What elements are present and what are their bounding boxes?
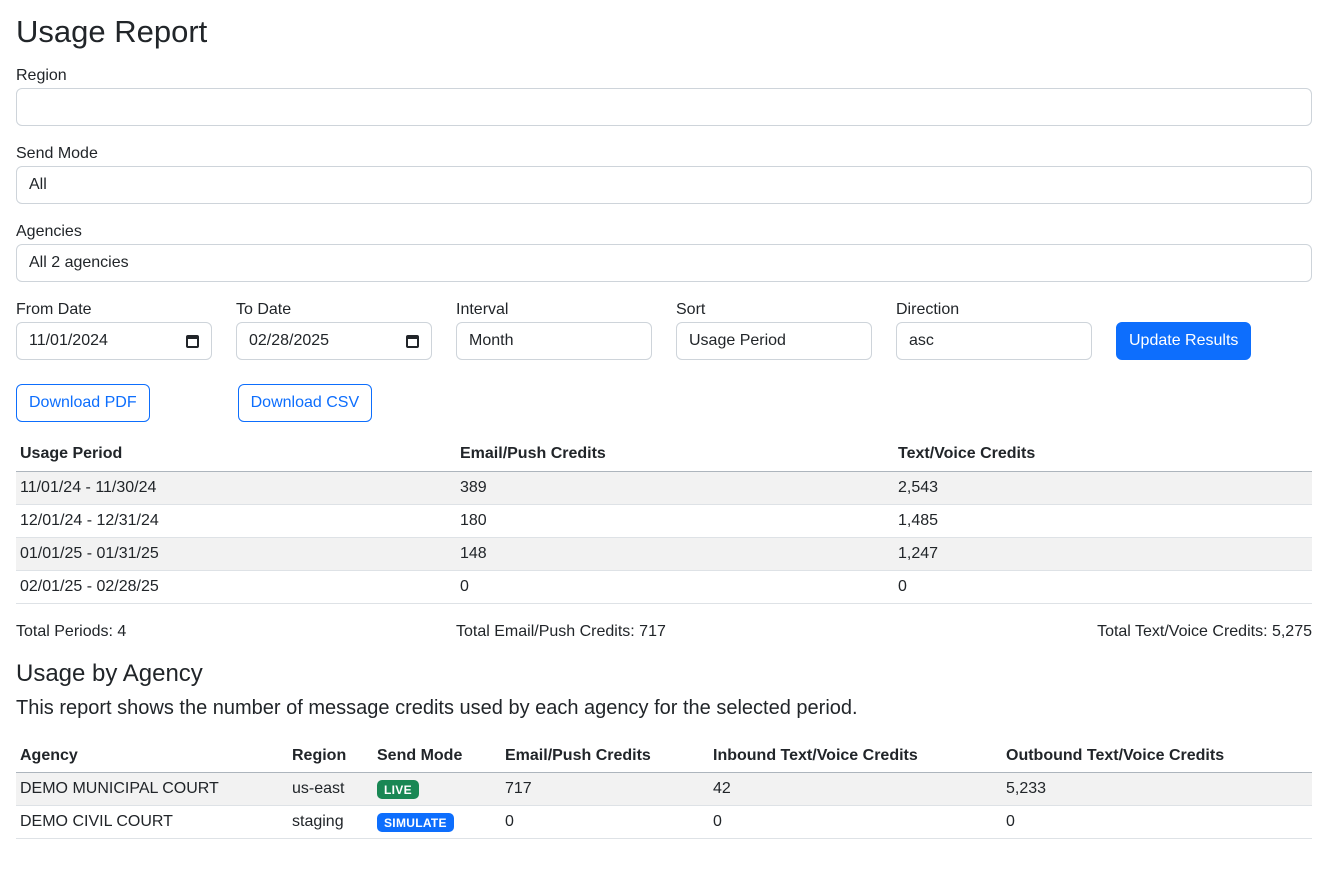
to-date-field: To Date 02/28/2025: [236, 300, 432, 360]
column-header: Region: [288, 739, 373, 773]
direction-select[interactable]: asc: [896, 322, 1092, 360]
from-date-input[interactable]: 11/01/2024: [16, 322, 212, 360]
agency-section-heading: Usage by Agency: [16, 659, 203, 687]
region-label: Region: [16, 67, 67, 84]
column-header: Outbound Text/Voice Credits: [1002, 739, 1312, 773]
table-row: 12/01/24 - 12/31/24 180 1,485: [16, 504, 1312, 538]
usage-period-table: Usage Period Email/Push Credits Text/Voi…: [16, 438, 1312, 604]
interval-label: Interval: [456, 301, 509, 318]
interval-field: Interval Month: [456, 300, 652, 360]
agency-section-description: This report shows the number of message …: [16, 696, 858, 719]
sort-field: Sort Usage Period: [676, 300, 872, 360]
table-cell: 1,485: [894, 504, 1312, 538]
direction-label: Direction: [896, 301, 960, 318]
table-cell: 389: [456, 471, 894, 505]
column-header: Inbound Text/Voice Credits: [709, 739, 1002, 773]
live-status-badge: LIVE: [377, 779, 419, 799]
sort-select[interactable]: Usage Period: [676, 322, 872, 360]
filter-row: From Date 11/01/2024 To Date 02/28/2025 …: [16, 300, 1312, 360]
to-date-label: To Date: [236, 301, 292, 318]
region-select[interactable]: [16, 88, 1312, 126]
simulate-status-badge: SIMULATE: [377, 812, 454, 832]
agencies-select[interactable]: All 2 agencies: [16, 244, 1312, 282]
table-cell: 148: [456, 537, 894, 571]
table-header-row: Usage Period Email/Push Credits Text/Voi…: [16, 438, 1312, 472]
agencies-label: Agencies: [16, 223, 82, 240]
total-periods: Total Periods: 4: [16, 622, 127, 640]
column-header: Email/Push Credits: [501, 739, 709, 773]
table-cell: 0: [501, 805, 709, 839]
column-header: Send Mode: [373, 739, 501, 773]
table-row: 11/01/24 - 11/30/24 389 2,543: [16, 471, 1312, 505]
download-csv-button[interactable]: Download CSV: [237, 384, 373, 422]
agencies-field: Agencies All 2 agencies: [16, 222, 1312, 282]
totals-row: Total Periods: 4 Total Email/Push Credit…: [16, 616, 1312, 648]
update-results-button[interactable]: Update Results: [1116, 322, 1252, 360]
table-row: DEMO CIVIL COURT staging SIMULATE 0 0 0: [16, 805, 1312, 839]
usage-by-agency-table: Agency Region Send Mode Email/Push Credi…: [16, 739, 1312, 839]
table-cell: 1,247: [894, 537, 1312, 571]
table-cell: 0: [456, 570, 894, 604]
region-field: Region: [16, 66, 1312, 126]
send-mode-field: Send Mode All: [16, 144, 1312, 204]
table-cell: 42: [709, 772, 1002, 806]
from-date-label: From Date: [16, 301, 92, 318]
table-cell: 180: [456, 504, 894, 538]
table-header-row: Agency Region Send Mode Email/Push Credi…: [16, 739, 1312, 773]
table-row: 01/01/25 - 01/31/25 148 1,247: [16, 537, 1312, 571]
table-cell: 5,233: [1002, 772, 1312, 806]
table-row: DEMO MUNICIPAL COURT us-east LIVE 717 42…: [16, 772, 1312, 806]
table-row: 02/01/25 - 02/28/25 0 0: [16, 570, 1312, 604]
total-email-push-credits: Total Email/Push Credits: 717: [456, 622, 666, 640]
update-button-wrap: Update Results: [1116, 322, 1252, 360]
table-cell: 02/01/25 - 02/28/25: [16, 570, 456, 604]
table-cell: 0: [1002, 805, 1312, 839]
interval-select[interactable]: Month: [456, 322, 652, 360]
table-cell: us-east: [288, 772, 373, 806]
column-header: Agency: [16, 739, 288, 773]
table-cell: 717: [501, 772, 709, 806]
direction-field: Direction asc: [896, 300, 1092, 360]
table-cell: DEMO MUNICIPAL COURT: [16, 772, 288, 806]
column-header: Text/Voice Credits: [894, 438, 1312, 472]
calendar-icon[interactable]: [186, 334, 199, 348]
send-mode-select[interactable]: All: [16, 166, 1312, 204]
page-title: Usage Report: [16, 14, 208, 49]
table-cell: 01/01/25 - 01/31/25: [16, 537, 456, 571]
table-cell: 0: [709, 805, 1002, 839]
table-cell: 11/01/24 - 11/30/24: [16, 471, 456, 505]
column-header: Email/Push Credits: [456, 438, 894, 472]
table-cell: staging: [288, 805, 373, 839]
table-cell: 0: [894, 570, 1312, 604]
table-cell: SIMULATE: [373, 805, 501, 839]
table-cell: LIVE: [373, 772, 501, 806]
sort-label: Sort: [676, 301, 706, 318]
calendar-icon[interactable]: [406, 334, 419, 348]
download-pdf-button[interactable]: Download PDF: [16, 384, 150, 422]
table-cell: 2,543: [894, 471, 1312, 505]
table-cell: DEMO CIVIL COURT: [16, 805, 288, 839]
column-header: Usage Period: [16, 438, 456, 472]
from-date-value: 11/01/2024: [29, 332, 108, 349]
usage-report-page: Usage Report Region Send Mode All Agenci…: [0, 0, 1340, 839]
to-date-value: 02/28/2025: [249, 332, 330, 349]
download-buttons: Download PDF Download CSV: [16, 384, 1312, 422]
send-mode-label: Send Mode: [16, 145, 98, 162]
total-text-voice-credits: Total Text/Voice Credits: 5,275: [1097, 622, 1312, 640]
from-date-field: From Date 11/01/2024: [16, 300, 212, 360]
to-date-input[interactable]: 02/28/2025: [236, 322, 432, 360]
table-cell: 12/01/24 - 12/31/24: [16, 504, 456, 538]
